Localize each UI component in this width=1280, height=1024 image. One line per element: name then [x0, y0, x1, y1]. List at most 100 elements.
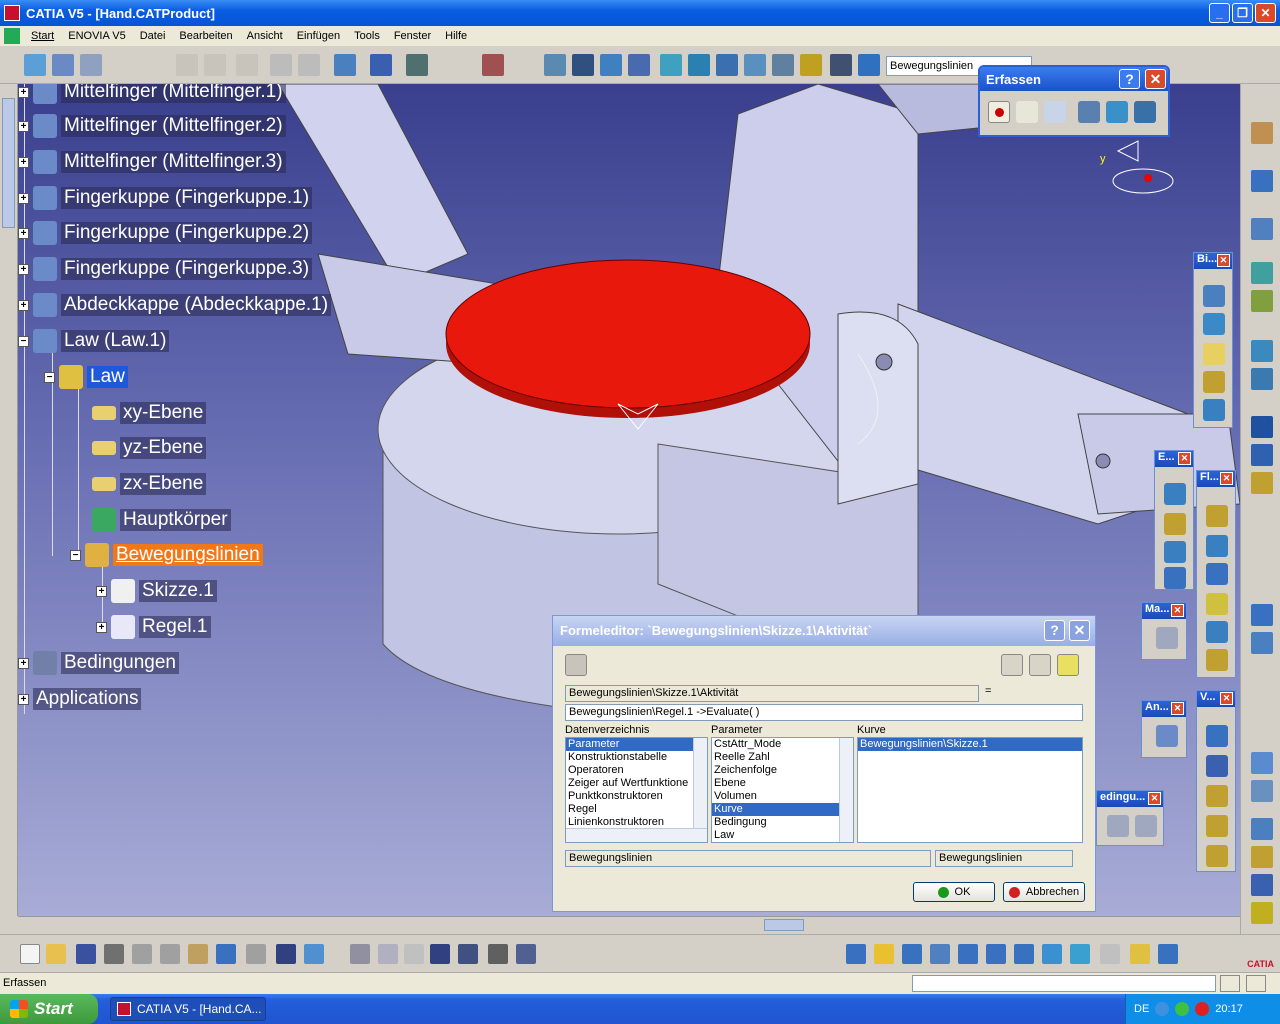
project-icon[interactable] [1251, 874, 1273, 896]
close-button[interactable]: ✕ [1255, 3, 1276, 23]
hide-show-icon[interactable] [1130, 944, 1150, 964]
record-icon[interactable] [988, 101, 1010, 123]
copy-icon[interactable] [160, 944, 180, 964]
swap-visible-icon[interactable] [1158, 944, 1178, 964]
list-hscrollbar[interactable] [566, 828, 707, 842]
point-icon[interactable] [1251, 416, 1273, 438]
join-icon[interactable] [1206, 505, 1228, 527]
plane-tool-icon[interactable] [1251, 472, 1273, 494]
pattern-icon[interactable] [1206, 755, 1228, 777]
zoom-in-icon[interactable] [958, 944, 978, 964]
eraser-gray-icon[interactable] [236, 54, 258, 76]
tree-node-fingerkuppe-3[interactable]: + Fingerkuppe (Fingerkuppe.3) [18, 255, 313, 283]
sketch-plane-icon[interactable] [24, 54, 46, 76]
menu-datei[interactable]: Datei [133, 30, 173, 42]
list-item[interactable]: Bedingung [712, 816, 853, 829]
light-icon[interactable] [800, 54, 822, 76]
shading-icon[interactable] [1100, 944, 1120, 964]
list-icon[interactable] [830, 54, 852, 76]
status-button[interactable] [1246, 975, 1266, 992]
save-icon[interactable] [76, 944, 96, 964]
list-item[interactable]: Law [712, 829, 853, 842]
help-button[interactable]: ? [1044, 620, 1065, 641]
video-icon[interactable] [1078, 101, 1100, 123]
catalog-part-icon[interactable] [1206, 845, 1228, 867]
formula-input[interactable]: Bewegungslinien\Regel.1 ->Evaluate( ) [565, 704, 1083, 721]
help-cursor-icon[interactable] [80, 54, 102, 76]
fit-all-icon[interactable] [874, 944, 894, 964]
extract-icon[interactable] [1206, 621, 1228, 643]
extrude-icon[interactable] [1203, 285, 1225, 307]
fillet-icon[interactable] [1251, 902, 1273, 924]
tree-node-yz-ebene[interactable]: yz-Ebene [92, 434, 207, 462]
sweep-surface-icon[interactable] [1203, 371, 1225, 393]
comment-icon[interactable] [1029, 654, 1051, 676]
box-solid-icon[interactable] [1251, 340, 1273, 362]
open-folder-icon[interactable] [46, 944, 66, 964]
close-icon[interactable]: ✕ [1217, 254, 1230, 267]
tree-node-zx-ebene[interactable]: zx-Ebene [92, 470, 207, 498]
member-list[interactable]: Bewegungslinien\Skizze.1 [857, 737, 1083, 843]
measure-icon[interactable] [744, 54, 766, 76]
print-icon[interactable] [104, 944, 124, 964]
tree-node-mittelfinger-2[interactable]: + Mittelfinger (Mittelfinger.2) [18, 112, 286, 140]
curve-tool-icon[interactable] [1251, 818, 1273, 840]
list-item[interactable]: Operatoren [566, 764, 707, 777]
powercopy-icon[interactable] [1206, 785, 1228, 807]
tools-icon[interactable] [406, 54, 428, 76]
line-icon[interactable] [1251, 444, 1273, 466]
cut-icon[interactable] [132, 944, 152, 964]
analysis-icon[interactable] [1156, 725, 1178, 747]
new-file-icon[interactable] [20, 944, 40, 964]
debug-icon[interactable] [1001, 654, 1023, 676]
catalog-icon[interactable] [334, 54, 356, 76]
revolve-icon[interactable] [1203, 313, 1225, 335]
command-input[interactable] [912, 975, 1216, 992]
menu-ansicht[interactable]: Ansicht [240, 30, 290, 42]
tree-node-law-part[interactable]: − Law [44, 363, 128, 391]
knowledge-icon[interactable] [378, 944, 398, 964]
matrix-icon[interactable] [1251, 752, 1273, 774]
whats-this-icon[interactable] [276, 944, 296, 964]
horizontal-scrollbar[interactable] [18, 916, 1240, 934]
close-icon[interactable]: ✕ [1171, 604, 1184, 617]
circle-icon[interactable] [1251, 604, 1273, 626]
close-icon[interactable]: ✕ [1178, 452, 1191, 465]
formula-icon[interactable] [350, 944, 370, 964]
constraint-icon[interactable] [716, 54, 738, 76]
tree-node-fingerkuppe-1[interactable]: + Fingerkuppe (Fingerkuppe.1) [18, 184, 313, 212]
trim-icon[interactable] [1206, 563, 1228, 585]
lock-icon[interactable] [488, 944, 508, 964]
menu-tools[interactable]: Tools [347, 30, 387, 42]
spline-icon[interactable] [1251, 218, 1273, 240]
grid-tools-icon[interactable] [52, 54, 74, 76]
menu-fenster[interactable]: Fenster [387, 30, 438, 42]
blend-icon[interactable] [1164, 541, 1186, 563]
list-item[interactable]: Parameter [566, 738, 707, 751]
tree-node-regel-1[interactable]: + Regel.1 [96, 613, 211, 641]
redo-icon[interactable] [246, 944, 266, 964]
connect-curve-icon[interactable] [1251, 632, 1273, 654]
design-table-icon[interactable] [430, 944, 450, 964]
list-item[interactable]: CstAttr_Mode [712, 738, 853, 751]
vertical-scrollbar[interactable] [0, 84, 18, 916]
list-item[interactable]: Bewegungslinien\Skizze.1 [858, 738, 1082, 751]
list-item[interactable]: Kurve [712, 803, 853, 816]
capture-icon[interactable] [1134, 101, 1156, 123]
taskbar-item-catia[interactable]: CATIA V5 - [Hand.CA... [110, 997, 266, 1021]
points-icon[interactable] [1251, 262, 1273, 284]
menu-hilfe[interactable]: Hilfe [438, 30, 474, 42]
tree-node-hauptkoerper[interactable]: Hauptkörper [92, 506, 231, 534]
cancel-button[interactable]: Abbrechen [1003, 882, 1085, 902]
list-item[interactable]: Regel [566, 803, 707, 816]
rotate-icon[interactable] [544, 54, 566, 76]
workbench-icon[interactable] [1251, 122, 1273, 144]
translate-icon[interactable] [1251, 780, 1273, 802]
part-gray-icon[interactable] [270, 54, 292, 76]
check-icon[interactable] [404, 944, 424, 964]
language-indicator[interactable]: DE [1134, 1003, 1149, 1015]
users-icon[interactable] [482, 54, 504, 76]
status-button[interactable] [1220, 975, 1240, 992]
tree-node-applications[interactable]: + Applications [18, 685, 142, 713]
list-scrollbar[interactable] [839, 738, 853, 842]
